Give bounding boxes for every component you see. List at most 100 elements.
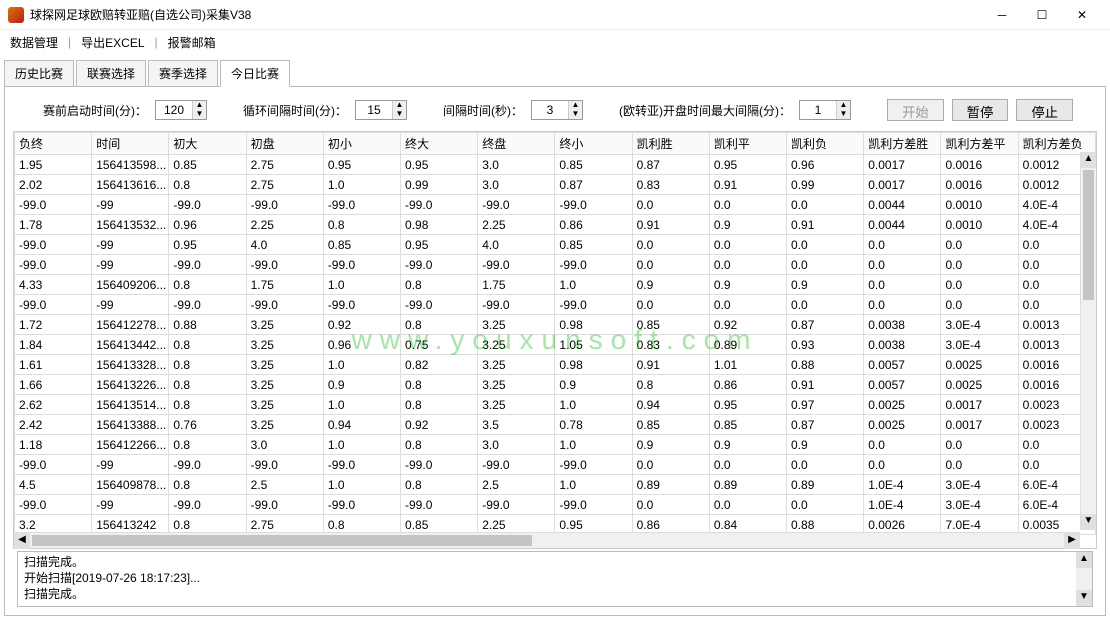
table-row[interactable]: -99.0-99-99.0-99.0-99.0-99.0-99.0-99.00.… [15, 295, 1096, 315]
minimize-button[interactable]: ─ [982, 0, 1022, 30]
scroll-up-icon[interactable]: ▲ [1076, 552, 1092, 568]
table-row[interactable]: 4.33156409206...0.81.751.00.81.751.00.90… [15, 275, 1096, 295]
pause-button[interactable]: 暂停 [952, 99, 1009, 121]
table-cell: 0.96 [169, 215, 246, 235]
close-button[interactable]: ✕ [1062, 0, 1102, 30]
table-row[interactable]: 1.72156412278...0.883.250.920.83.250.980… [15, 315, 1096, 335]
log-line: 开始扫描[2019-07-26 18:17:23]... [24, 570, 1086, 586]
table-cell: 0.0 [787, 235, 864, 255]
column-header[interactable]: 时间 [92, 133, 169, 155]
table-cell: -99 [92, 235, 169, 255]
table-row[interactable]: 2.42156413388...0.763.250.940.923.50.780… [15, 415, 1096, 435]
table-row[interactable]: 1.78156413532...0.962.250.80.982.250.860… [15, 215, 1096, 235]
scroll-thumb-h[interactable] [32, 535, 532, 546]
table-row[interactable]: 2.62156413514...0.83.251.00.83.251.00.94… [15, 395, 1096, 415]
table-cell: 0.92 [709, 315, 786, 335]
table-cell: 3.0E-4 [941, 315, 1018, 335]
column-header[interactable]: 凯利方差平 [941, 133, 1018, 155]
table-row[interactable]: 4.5156409878...0.82.51.00.82.51.00.890.8… [15, 475, 1096, 495]
table-cell: 3.25 [478, 395, 555, 415]
data-table: 负终时间初大初盘初小终大终盘终小凯利胜凯利平凯利负凯利方差胜凯利方差平凯利方差负… [14, 132, 1096, 535]
table-cell: 3.25 [246, 335, 323, 355]
table-cell: 156413328... [92, 355, 169, 375]
table-row[interactable]: -99.0-99-99.0-99.0-99.0-99.0-99.0-99.00.… [15, 255, 1096, 275]
table-cell: 3.25 [246, 355, 323, 375]
table-cell: 0.0 [787, 495, 864, 515]
table-cell: 0.0016 [941, 155, 1018, 175]
menu-alert-mail[interactable]: 报警邮箱 [162, 32, 222, 53]
spinner-prestart[interactable]: ▲▼ [155, 100, 207, 120]
table-cell: 0.0 [787, 455, 864, 475]
column-header[interactable]: 终小 [555, 133, 632, 155]
table-cell: 0.0017 [864, 155, 941, 175]
table-cell: 1.75 [478, 275, 555, 295]
table-cell: 2.5 [246, 475, 323, 495]
scroll-left-icon[interactable]: ◀ [14, 533, 30, 549]
scrollbar-horizontal[interactable]: ◀ ▶ [14, 532, 1080, 548]
table-cell: 0.92 [323, 315, 400, 335]
table-row[interactable]: 2.02156413616...0.82.751.00.993.00.870.8… [15, 175, 1096, 195]
column-header[interactable]: 初大 [169, 133, 246, 155]
table-row[interactable]: 1.84156413442...0.83.250.960.753.251.050… [15, 335, 1096, 355]
stop-button[interactable]: 停止 [1016, 99, 1073, 121]
table-cell: 0.9 [632, 435, 709, 455]
scroll-up-icon[interactable]: ▲ [1081, 152, 1096, 168]
tab-season[interactable]: 赛季选择 [148, 60, 218, 87]
table-row[interactable]: 1.18156412266...0.83.01.00.83.01.00.90.9… [15, 435, 1096, 455]
table-row[interactable]: 1.66156413226...0.83.250.90.83.250.90.80… [15, 375, 1096, 395]
table-row[interactable]: -99.0-99-99.0-99.0-99.0-99.0-99.0-99.00.… [15, 195, 1096, 215]
scroll-right-icon[interactable]: ▶ [1064, 533, 1080, 549]
column-header[interactable]: 凯利方差胜 [864, 133, 941, 155]
column-header[interactable]: 终盘 [478, 133, 555, 155]
log-scrollbar[interactable]: ▲ ▼ [1076, 552, 1092, 606]
table-row[interactable]: -99.0-990.954.00.850.954.00.850.00.00.00… [15, 235, 1096, 255]
start-button[interactable]: 开始 [887, 99, 944, 121]
column-header[interactable]: 初盘 [246, 133, 323, 155]
table-cell: -99.0 [401, 495, 478, 515]
table-cell: 0.9 [709, 435, 786, 455]
spin-down-icon[interactable]: ▼ [193, 110, 206, 119]
tab-today[interactable]: 今日比赛 [220, 60, 290, 87]
maximize-button[interactable]: ☐ [1022, 0, 1062, 30]
table-row[interactable]: 1.95156413598...0.852.750.950.953.00.850… [15, 155, 1096, 175]
tab-league[interactable]: 联赛选择 [76, 60, 146, 87]
table-cell: -99.0 [169, 295, 246, 315]
menu-export-excel[interactable]: 导出EXCEL [75, 32, 150, 53]
table-cell: -99.0 [15, 195, 92, 215]
scrollbar-vertical[interactable]: ▲ ▼ [1080, 152, 1096, 530]
spinner-loop[interactable]: ▲▼ [355, 100, 407, 120]
table-row[interactable]: -99.0-99-99.0-99.0-99.0-99.0-99.0-99.00.… [15, 455, 1096, 475]
table-cell: -99.0 [246, 255, 323, 275]
spinner-max[interactable]: ▲▼ [799, 100, 851, 120]
table-cell: 0.95 [401, 235, 478, 255]
scroll-down-icon[interactable]: ▼ [1081, 514, 1096, 530]
column-header[interactable]: 终大 [401, 133, 478, 155]
column-header[interactable]: 凯利平 [709, 133, 786, 155]
table-cell: 0.8 [169, 175, 246, 195]
table-cell: 0.0044 [864, 195, 941, 215]
column-header[interactable]: 初小 [323, 133, 400, 155]
table-row[interactable]: -99.0-99-99.0-99.0-99.0-99.0-99.0-99.00.… [15, 495, 1096, 515]
column-header[interactable]: 凯利负 [787, 133, 864, 155]
table-cell: 0.0017 [864, 175, 941, 195]
table-cell: 0.0 [864, 255, 941, 275]
table-cell: -99.0 [246, 295, 323, 315]
table-cell: 0.0 [864, 435, 941, 455]
table-cell: 0.0038 [864, 315, 941, 335]
menu-data-manage[interactable]: 数据管理 [4, 32, 64, 53]
table-cell: 0.0 [787, 255, 864, 275]
table-cell: 0.8 [169, 475, 246, 495]
table-cell: 0.0025 [941, 355, 1018, 375]
column-header[interactable]: 凯利胜 [632, 133, 709, 155]
table-cell: -99.0 [246, 495, 323, 515]
spinner-sec[interactable]: ▲▼ [531, 100, 583, 120]
scroll-down-icon[interactable]: ▼ [1076, 590, 1092, 606]
table-cell: 0.98 [555, 315, 632, 335]
table-cell: -99.0 [323, 455, 400, 475]
table-row[interactable]: 1.61156413328...0.83.251.00.823.250.980.… [15, 355, 1096, 375]
table-cell: 0.0057 [864, 375, 941, 395]
table-cell: 1.0E-4 [864, 475, 941, 495]
tab-history[interactable]: 历史比赛 [4, 60, 74, 87]
column-header[interactable]: 负终 [15, 133, 92, 155]
scroll-thumb-v[interactable] [1083, 170, 1094, 300]
